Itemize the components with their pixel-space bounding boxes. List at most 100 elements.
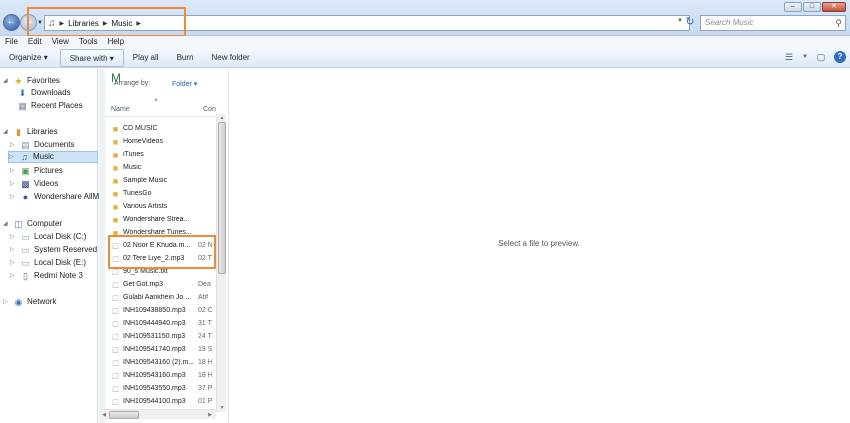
column-header-name[interactable]: Name xyxy=(111,106,130,113)
item-name: INH109531150.mp3 xyxy=(123,333,186,340)
item-name: Wondershare Strea... xyxy=(123,216,190,223)
nav-redmi-note-3[interactable]: ▷ ▯ Redmi Note 3 xyxy=(10,270,83,282)
folder-row[interactable]: ■ iTunes xyxy=(111,148,217,161)
file-row[interactable]: □ INH109541740.mp3 19 S xyxy=(111,343,217,356)
menu-edit[interactable]: Edit xyxy=(23,36,47,48)
help-icon[interactable]: ? xyxy=(834,51,846,63)
folder-row[interactable]: ■ Wondershare Strea... xyxy=(111,213,217,226)
item-name: INH109543550.mp3 xyxy=(123,385,186,392)
nav-favorites-label: Favorites xyxy=(27,76,60,85)
file-row[interactable]: □ INH109531150.mp3 24 T xyxy=(111,330,217,343)
nav-system-reserved[interactable]: ▷ ▭ System Reserved (D: xyxy=(10,244,110,256)
search-input[interactable]: Search Music ⚲ xyxy=(700,15,846,31)
item-name: Gulabi Aankhein Jo ... xyxy=(123,294,192,301)
file-icon: □ xyxy=(112,344,119,355)
nav-network-label: Network xyxy=(27,297,57,306)
horizontal-scroll-thumb[interactable] xyxy=(109,411,139,419)
change-view-icon[interactable]: ☰ xyxy=(782,50,796,64)
file-row[interactable]: □ INH109544100.mp3 01 P xyxy=(111,395,217,408)
folder-row[interactable]: ■ HomeVideos xyxy=(111,135,217,148)
collapse-arrow-icon[interactable]: ◢ xyxy=(3,126,10,138)
nav-libraries-label: Libraries xyxy=(27,127,58,136)
nav-pictures[interactable]: ▷ ▣ Pictures xyxy=(10,165,63,177)
star-icon: ★ xyxy=(14,76,23,86)
expand-arrow-icon[interactable]: ▷ xyxy=(9,151,16,163)
folder-icon: ■ xyxy=(112,201,119,212)
expand-arrow-icon[interactable]: ▷ xyxy=(10,178,17,190)
expand-arrow-icon[interactable]: ▷ xyxy=(10,139,17,151)
item-name: iTunes xyxy=(123,151,144,158)
item-artist: 24 T xyxy=(198,333,212,340)
expand-arrow-icon[interactable]: ▷ xyxy=(10,165,17,177)
scroll-left-arrow-icon[interactable]: ◀ xyxy=(100,411,108,419)
item-name: Various Artists xyxy=(123,203,168,210)
file-row[interactable]: □ INH109543550.mp3 37 P xyxy=(111,382,217,395)
nav-music[interactable]: ▷ ♫ Music xyxy=(8,151,98,163)
horizontal-scrollbar[interactable]: ◀ ▶ xyxy=(100,409,216,419)
expand-arrow-icon[interactable]: ▷ xyxy=(10,231,17,243)
nav-wondershare[interactable]: ▷ ● Wondershare AllMy xyxy=(10,191,103,203)
close-button[interactable]: ✕ xyxy=(822,2,846,12)
collapse-arrow-icon[interactable]: ◢ xyxy=(3,218,10,230)
menu-tools[interactable]: Tools xyxy=(74,36,103,48)
menu-view[interactable]: View xyxy=(47,36,74,48)
menu-file[interactable]: File xyxy=(0,36,23,48)
scroll-up-arrow-icon[interactable]: ▲ xyxy=(217,114,227,122)
nav-local-disk-e[interactable]: ▷ ▭ Local Disk (E:) xyxy=(10,257,86,269)
expand-arrow-icon[interactable]: ▷ xyxy=(3,296,10,308)
item-name: INH109543160.mp3 xyxy=(123,372,186,379)
search-icon[interactable]: ⚲ xyxy=(835,16,842,30)
burn-button[interactable]: Burn xyxy=(168,49,203,67)
share-with-button[interactable]: Share with ▾ xyxy=(59,48,124,67)
new-folder-button[interactable]: New folder xyxy=(202,49,258,67)
scroll-right-arrow-icon[interactable]: ▶ xyxy=(206,411,214,419)
expand-arrow-icon[interactable]: ▷ xyxy=(10,270,17,282)
refresh-icon[interactable]: ↻ xyxy=(681,15,699,31)
nav-network[interactable]: ▷ ◉ Network xyxy=(3,296,56,308)
file-row[interactable]: □ INH109543160.mp3 18 H xyxy=(111,369,217,382)
file-row[interactable]: □ Get Got.mp3 Dea xyxy=(111,278,217,291)
nav-downloads[interactable]: ⬇ Downloads xyxy=(17,87,71,99)
file-row[interactable]: □ INH109438850.mp3 02 C xyxy=(111,304,217,317)
item-name: TunesGo xyxy=(123,190,152,197)
nav-favorites[interactable]: ◢ ★ Favorites xyxy=(3,75,60,87)
folder-row[interactable]: ■ Music xyxy=(111,161,217,174)
item-artist: 18 H xyxy=(198,359,212,366)
collapse-arrow-icon[interactable]: ◢ xyxy=(3,75,10,87)
vertical-scrollbar[interactable]: ▲ ▼ xyxy=(216,114,226,412)
nav-videos[interactable]: ▷ ▩ Videos xyxy=(10,178,58,190)
item-artist: Dea xyxy=(198,281,211,288)
arrange-by-dropdown[interactable]: Folder ▾ xyxy=(172,80,197,88)
play-all-button[interactable]: Play all xyxy=(124,49,168,67)
scroll-down-arrow-icon[interactable]: ▼ xyxy=(217,404,227,412)
menu-help[interactable]: Help xyxy=(103,36,129,48)
disk-icon: ▭ xyxy=(21,245,30,255)
file-icon: □ xyxy=(112,292,119,303)
nav-documents[interactable]: ▷ ▤ Documents xyxy=(10,139,74,151)
nav-libraries[interactable]: ◢ ▮ Libraries xyxy=(3,126,58,138)
expand-arrow-icon[interactable]: ▷ xyxy=(10,191,17,203)
organize-button[interactable]: Organize ▾ xyxy=(0,49,57,67)
folder-row[interactable]: ■ Sample Music xyxy=(111,174,217,187)
expand-arrow-icon[interactable]: ▷ xyxy=(10,257,17,269)
file-row[interactable]: □ Gulabi Aankhein Jo ... Atif xyxy=(111,291,217,304)
back-button[interactable]: ← xyxy=(3,14,20,31)
file-row[interactable]: □ INH109444940.mp3 31 T xyxy=(111,317,217,330)
folder-row[interactable]: ■ Various Artists xyxy=(111,200,217,213)
maximize-button[interactable]: □ xyxy=(803,2,821,12)
vertical-scroll-thumb[interactable] xyxy=(218,122,226,274)
nav-local-disk-c[interactable]: ▷ ▭ Local Disk (C:) xyxy=(10,231,86,243)
file-icon: □ xyxy=(112,357,119,368)
expand-arrow-icon[interactable]: ▷ xyxy=(10,244,17,256)
folder-row[interactable]: ■ TunesGo xyxy=(111,187,217,200)
nav-computer[interactable]: ◢ ◫ Computer xyxy=(3,218,62,230)
nav-recent-places[interactable]: ▦ Recent Places xyxy=(17,100,82,112)
organize-label: Organize xyxy=(9,52,42,62)
file-row[interactable]: □ INH109543160 (2).m... 18 H xyxy=(111,356,217,369)
view-dropdown-icon[interactable]: ▼ xyxy=(802,50,808,64)
minimize-button[interactable]: – xyxy=(784,2,802,12)
preview-pane-icon[interactable]: ▢ xyxy=(814,50,828,64)
item-name: CD MUSIC xyxy=(123,125,158,132)
folder-row[interactable]: ■ CD MUSIC xyxy=(111,122,217,135)
column-header-contributing-artists[interactable]: Con xyxy=(203,106,216,113)
